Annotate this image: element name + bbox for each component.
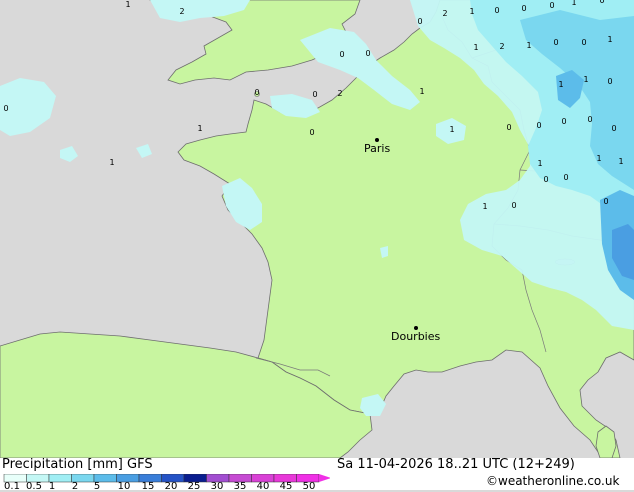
precip-value-label: 0: [603, 197, 608, 206]
map-title: Precipitation [mm] GFS: [2, 457, 153, 472]
precip-value-label: 2: [442, 9, 447, 18]
precip-value-label: 1: [419, 87, 424, 96]
precip-value-label: 1: [596, 154, 601, 163]
precip-value-label: 0: [581, 38, 586, 47]
precip-value-label: 0: [536, 121, 541, 130]
precip-value-label: 0: [563, 173, 568, 182]
precip-value-label: 0: [312, 90, 317, 99]
map-canvas: 2 1 0 0 0 1 001 2 1 0 0 11200011 00 0 2 10 000011 011 110 0…: [0, 0, 634, 458]
precip-value-label: 0: [599, 0, 604, 5]
precip-value-label: 0: [309, 128, 314, 137]
precip-value-label: 2: [499, 42, 504, 51]
precip-value-label: 2: [337, 89, 342, 98]
city-label-paris: Paris: [364, 142, 390, 155]
precip-value-label: 1: [537, 159, 542, 168]
precip-value-label: 1: [526, 41, 531, 50]
precip-value-label: 1: [125, 0, 130, 9]
precip-value-label: 1: [449, 125, 454, 134]
precip-value-label: 1: [571, 0, 576, 7]
city-label-dourbies: Dourbies: [391, 330, 441, 343]
precip-value-label: 0: [339, 50, 344, 59]
precip-value-label: 1: [109, 158, 114, 167]
precip-value-label: 0: [587, 115, 592, 124]
precip-value-label: 0: [3, 104, 8, 113]
precip-value-label: 2: [179, 7, 184, 16]
precip-value-label: 0: [506, 123, 511, 132]
precip-value-label: 0: [561, 117, 566, 126]
copyright-link[interactable]: ©weatheronline.co.uk: [486, 474, 619, 488]
precip-value-label: 0: [254, 88, 259, 97]
precip-value-label: 0: [494, 6, 499, 15]
precip-value-label: 1: [197, 124, 202, 133]
forecast-datetime: Sa 11-04-2026 18..21 UTC (12+249): [337, 457, 575, 472]
precip-value-label: 0: [511, 201, 516, 210]
precip-value-label: 0: [521, 4, 526, 13]
precip-value-label: 1: [482, 202, 487, 211]
precip-value-label: 0: [553, 38, 558, 47]
precip-value-label: 1: [583, 75, 588, 84]
precip-value-label: 0: [543, 175, 548, 184]
precip-value-label: 1: [469, 7, 474, 16]
precip-value-label: 0: [417, 17, 422, 26]
precip-value-label: 1: [607, 35, 612, 44]
scale-arrow-icon: [319, 474, 330, 482]
precip-value-label: 0: [365, 49, 370, 58]
precip-value-label: 1: [618, 157, 623, 166]
precipitation-map: 2100010012100112000110002100000110111100…: [0, 0, 634, 458]
precip-value-label: 0: [549, 1, 554, 10]
precip-value-label: 1: [473, 43, 478, 52]
precip-value-label: 0: [607, 77, 612, 86]
precip-value-label: 0: [611, 124, 616, 133]
corsica: [595, 425, 617, 458]
precip-value-label: 1: [558, 80, 563, 89]
